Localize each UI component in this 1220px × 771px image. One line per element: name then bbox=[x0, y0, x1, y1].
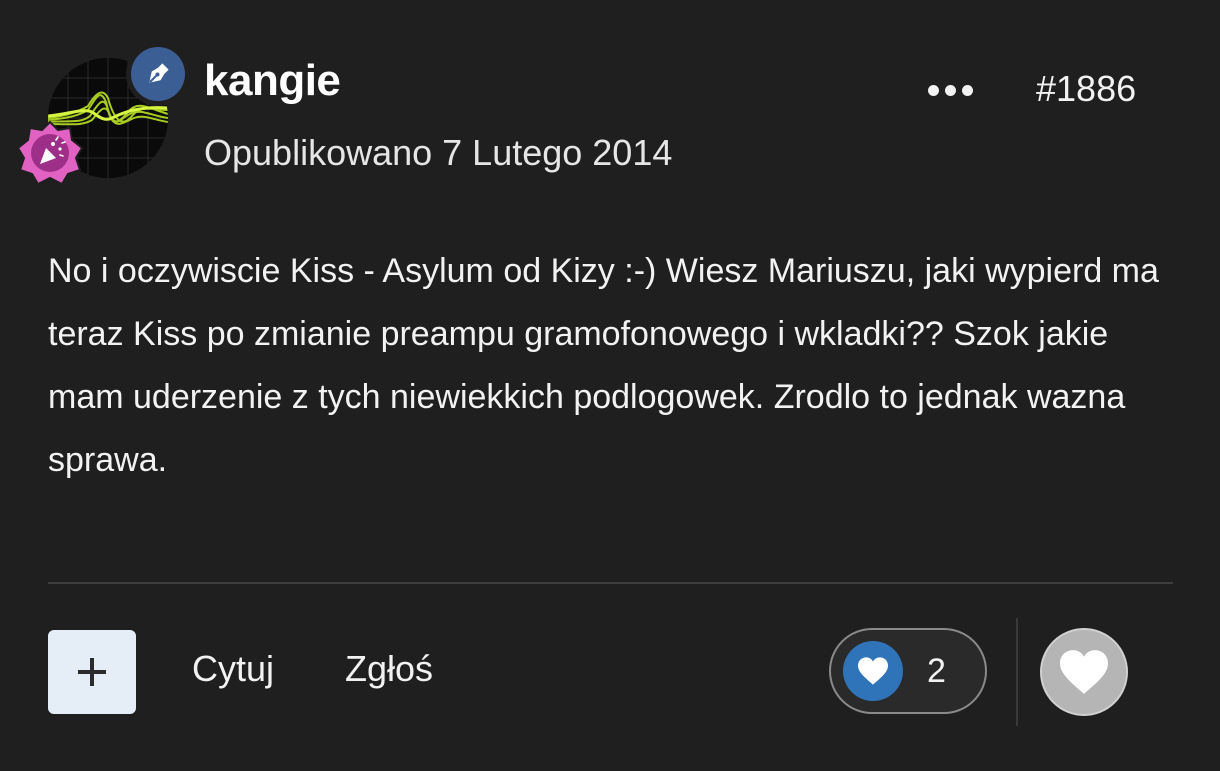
achievement-badge bbox=[16, 120, 84, 188]
post-number-link[interactable]: #1886 bbox=[1036, 68, 1136, 110]
reaction-separator bbox=[1016, 618, 1018, 726]
forum-post: kangie Opublikowano 7 Lutego 2014 #1886 … bbox=[0, 0, 1220, 771]
ellipsis-icon bbox=[927, 84, 939, 96]
role-badge-inner bbox=[131, 47, 185, 101]
heart-icon bbox=[858, 657, 888, 685]
report-button[interactable]: Zgłoś bbox=[345, 648, 433, 690]
party-popper-icon bbox=[16, 120, 84, 186]
plus-icon bbox=[78, 658, 106, 686]
heart-icon bbox=[1060, 650, 1108, 694]
post-date: Opublikowano 7 Lutego 2014 bbox=[204, 132, 673, 173]
ellipsis-icon bbox=[961, 84, 973, 96]
divider bbox=[48, 582, 1173, 584]
reaction-count: 2 bbox=[927, 651, 946, 690]
like-button[interactable] bbox=[1040, 628, 1128, 716]
post-content: No i oczywiscie Kiss - Asylum od Kizy :-… bbox=[48, 252, 1159, 479]
quote-button[interactable]: Cytuj bbox=[192, 648, 274, 690]
multiquote-add-button[interactable] bbox=[48, 630, 136, 714]
more-options-button[interactable] bbox=[918, 72, 982, 108]
pen-nib-icon bbox=[149, 63, 169, 83]
reaction-count-pill[interactable]: 2 bbox=[829, 628, 987, 714]
ellipsis-icon bbox=[944, 84, 956, 96]
reaction-heart-badge bbox=[843, 641, 903, 701]
role-badge bbox=[126, 42, 190, 106]
author-name[interactable]: kangie bbox=[204, 56, 341, 106]
